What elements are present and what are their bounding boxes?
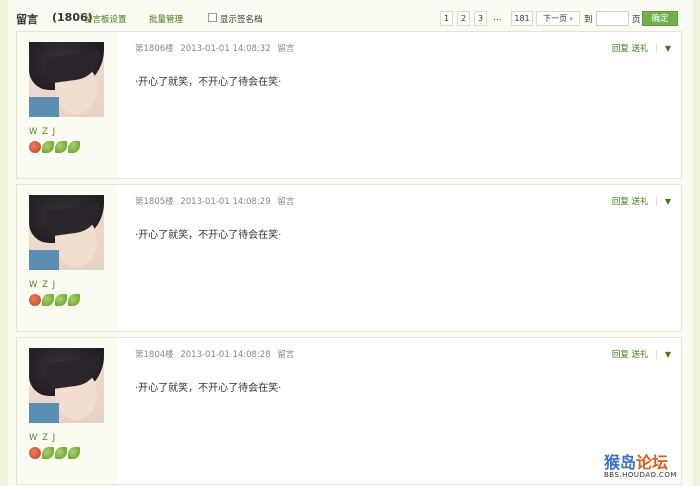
author-panel: W Z J <box>17 185 117 331</box>
message-actions: 回复 送礼 | ▼ <box>612 195 671 207</box>
goto-page-input[interactable] <box>596 11 629 26</box>
author-name[interactable]: W Z J <box>29 433 56 443</box>
reply-button[interactable]: 回复 <box>612 350 629 360</box>
leaf-badge-icon <box>42 141 54 153</box>
gift-button[interactable]: 送礼 <box>632 197 649 207</box>
message-meta: 第1804楼 2013-01-01 14:08:28 留言 <box>135 348 294 360</box>
action-separator: | <box>655 350 659 360</box>
author-panel: W Z J <box>17 32 117 178</box>
timestamp: 2013-01-01 14:08:32 <box>180 44 271 54</box>
watermark-logo-text: 猴岛论坛 <box>604 449 668 473</box>
watermark-logo: 猴岛论坛 BBS.HOUDAO.COM <box>604 449 696 483</box>
leaf-badge-icon <box>55 294 67 306</box>
leaf-badge-icon <box>68 294 80 306</box>
action-separator: | <box>655 44 659 54</box>
avatar[interactable] <box>29 195 104 270</box>
watermark-main: 猴岛 <box>604 453 637 472</box>
message-type: 留言 <box>277 197 295 207</box>
timestamp: 2013-01-01 14:08:28 <box>180 350 271 360</box>
floor-number: 第1805楼 <box>135 197 174 207</box>
watermark-accent: 论坛 <box>636 453 669 472</box>
chevron-down-icon[interactable]: ▼ <box>665 350 671 359</box>
level-badges <box>29 140 89 154</box>
message-actions: 回复 送礼 | ▼ <box>612 42 671 54</box>
message-type: 留言 <box>277 44 295 54</box>
guestbook-settings-link[interactable]: 留言板设置 <box>84 13 127 25</box>
floor-number: 第1806楼 <box>135 44 174 54</box>
guestbook-toolbar: 留言 (1806) 留言板设置 批量管理 显示签名档 1 2 3 ... 181… <box>8 9 693 27</box>
pagination-ellipsis: ... <box>493 13 502 23</box>
message-meta: 第1806楼 2013-01-01 14:08:32 留言 <box>135 42 294 54</box>
leaf-badge-icon <box>42 447 54 459</box>
leaf-badge-icon <box>68 141 80 153</box>
guestbook-title: 留言 <box>16 13 38 26</box>
goto-label: 到 <box>584 15 593 25</box>
chevron-down-icon[interactable]: ▼ <box>665 44 671 53</box>
apple-badge-icon <box>29 294 41 306</box>
message-entry: W Z J 第1805楼 2013-01-01 14:08:29 留言 回复 送… <box>16 184 682 332</box>
action-separator: | <box>655 197 659 207</box>
pagination-page-2[interactable]: 2 <box>457 11 470 26</box>
page-suffix-label: 页 <box>632 15 641 25</box>
watermark-url: BBS.HOUDAO.COM <box>604 471 677 479</box>
leaf-badge-icon <box>42 294 54 306</box>
goto-confirm-button[interactable]: 确定 <box>642 11 678 26</box>
message-actions: 回复 送礼 | ▼ <box>612 348 671 360</box>
leaf-badge-icon <box>68 447 80 459</box>
message-content: ·开心了就笑，不开心了待会在笑· <box>135 383 282 394</box>
author-name[interactable]: W Z J <box>29 127 56 137</box>
guestbook-page: 留言 (1806) 留言板设置 批量管理 显示签名档 1 2 3 ... 181… <box>8 0 693 486</box>
reply-button[interactable]: 回复 <box>612 44 629 54</box>
show-signature-label: 显示签名档 <box>220 15 263 25</box>
avatar[interactable] <box>29 42 104 117</box>
show-signature-checkbox[interactable] <box>208 13 217 22</box>
avatar[interactable] <box>29 348 104 423</box>
message-entry: W Z J 第1806楼 2013-01-01 14:08:32 留言 回复 送… <box>16 31 682 179</box>
message-content: ·开心了就笑，不开心了待会在笑· <box>135 230 282 241</box>
level-badges <box>29 293 89 307</box>
message-type: 留言 <box>277 350 295 360</box>
level-badges <box>29 446 89 460</box>
leaf-badge-icon <box>55 141 67 153</box>
leaf-badge-icon <box>55 447 67 459</box>
message-entry: W Z J 第1804楼 2013-01-01 14:08:28 留言 回复 送… <box>16 337 682 485</box>
reply-button[interactable]: 回复 <box>612 197 629 207</box>
batch-manage-link[interactable]: 批量管理 <box>149 13 183 25</box>
message-content: ·开心了就笑，不开心了待会在笑· <box>135 77 282 88</box>
gift-button[interactable]: 送礼 <box>632 44 649 54</box>
timestamp: 2013-01-01 14:08:29 <box>180 197 271 207</box>
chevron-down-icon[interactable]: ▼ <box>665 197 671 206</box>
author-name[interactable]: W Z J <box>29 280 56 290</box>
apple-badge-icon <box>29 447 41 459</box>
apple-badge-icon <box>29 141 41 153</box>
pagination-page-1[interactable]: 1 <box>440 11 453 26</box>
message-meta: 第1805楼 2013-01-01 14:08:29 留言 <box>135 195 294 207</box>
floor-number: 第1804楼 <box>135 350 174 360</box>
pagination-last-page[interactable]: 181 <box>511 11 533 26</box>
pagination-next-button[interactable]: 下一页 › <box>536 11 580 26</box>
author-panel: W Z J <box>17 338 117 484</box>
pagination-page-3[interactable]: 3 <box>474 11 487 26</box>
gift-button[interactable]: 送礼 <box>632 350 649 360</box>
